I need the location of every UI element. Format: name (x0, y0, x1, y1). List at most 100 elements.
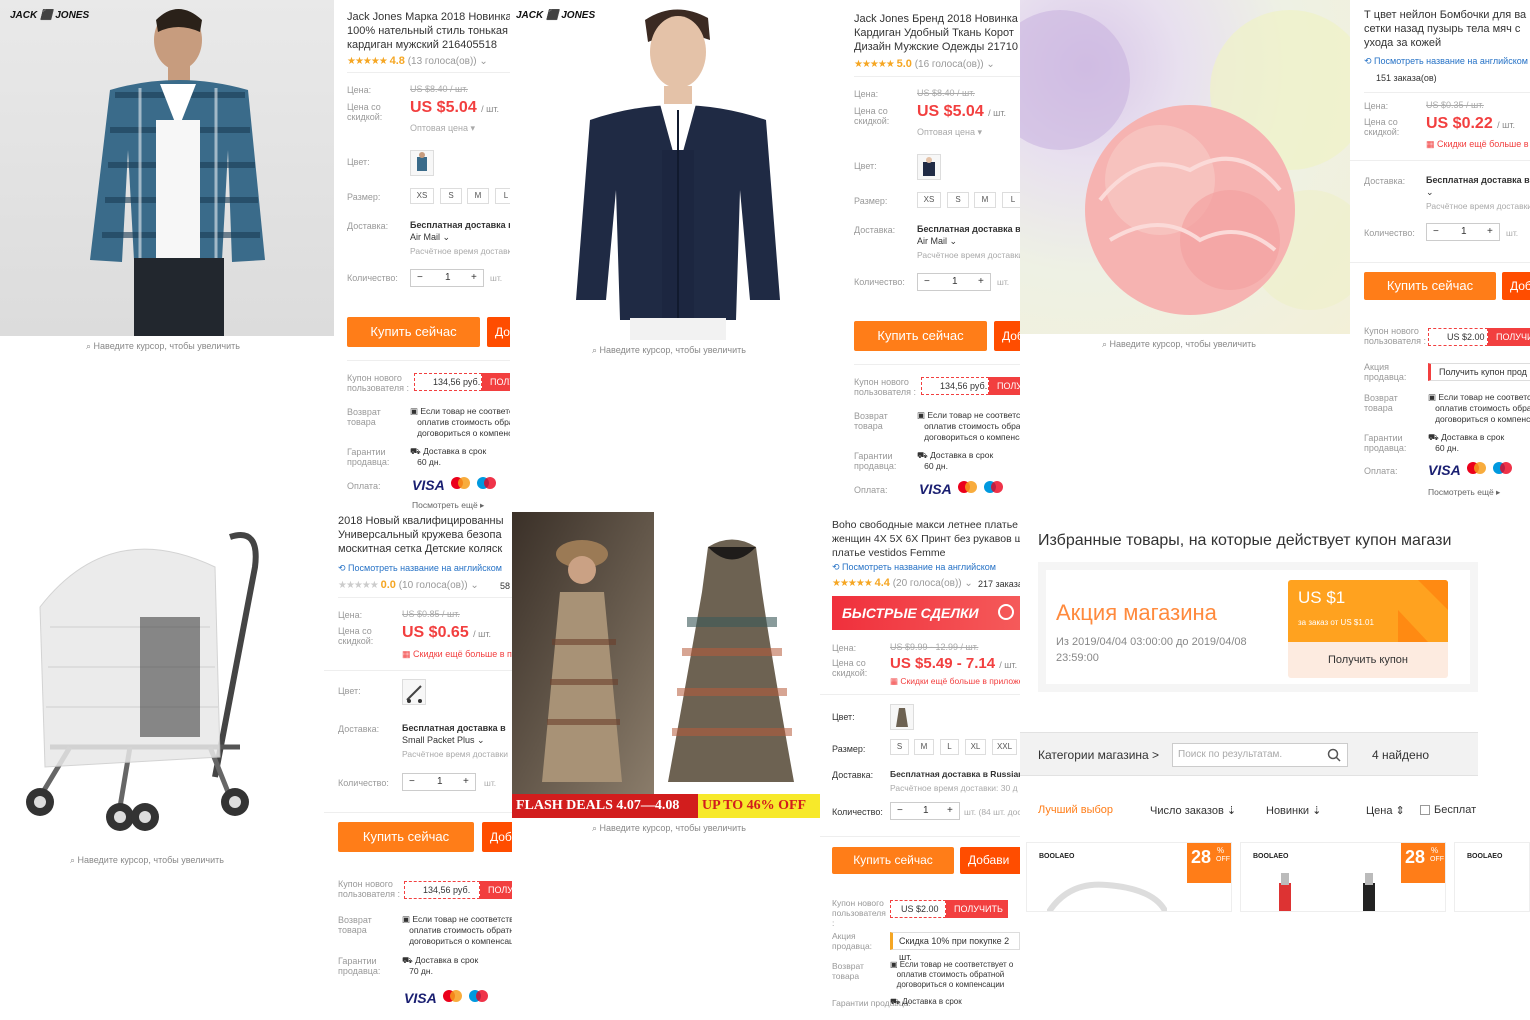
quantity-stepper[interactable]: −1 + (402, 773, 476, 791)
color-swatch[interactable] (410, 150, 434, 176)
quantity-stepper[interactable]: −1 + (890, 802, 960, 820)
translate-link[interactable]: ⟲ Посмотреть название на английском (1364, 56, 1528, 67)
carrier-select[interactable]: ⌄ (1426, 187, 1434, 198)
sale-price: US $5.04 / шт. (410, 99, 500, 116)
add-to-cart-button[interactable]: Добави (1502, 272, 1530, 300)
color-swatch[interactable] (890, 704, 914, 730)
wholesale-link[interactable]: Оптовая цена ▾ (410, 123, 475, 134)
size-option[interactable]: S (947, 192, 969, 208)
product-card[interactable]: BOOLAEO (1454, 842, 1530, 912)
color-swatch[interactable] (917, 154, 941, 180)
size-option[interactable]: L (940, 739, 959, 755)
translate-link[interactable]: ⟲ Посмотреть название на английском (338, 563, 502, 574)
seller-coupon-button[interactable]: Получить купон прод (1428, 363, 1530, 381)
store-coupon-card[interactable]: US $1 за заказ от US $1.01 Получить купо… (1288, 580, 1448, 678)
search-input[interactable]: Поиск по результатам. (1172, 743, 1348, 767)
app-discount-link[interactable]: ▦ Скидки ещё больше в приложении (402, 649, 512, 660)
price-label: Цена: (1364, 101, 1389, 111)
app-discount-link[interactable]: ▦ Скидки ещё больше в приложении (1426, 139, 1530, 150)
get-coupon-button[interactable]: ПОЛУЧИТЬ (480, 881, 512, 899)
quantity-stepper[interactable]: −1 + (917, 273, 991, 291)
quantity-stepper[interactable]: −1 + (410, 269, 484, 287)
coupon-amount: US $1 (1298, 588, 1346, 607)
product-title[interactable]: Jack Jones Марка 2018 Новинка 100% натель… (347, 10, 510, 52)
size-option[interactable]: L (1002, 192, 1020, 208)
translate-link[interactable]: ⟲ Посмотреть название на английском (832, 562, 996, 573)
see-more-link[interactable]: Посмотреть ещё ▸ (412, 500, 484, 511)
size-option[interactable]: S (440, 188, 462, 204)
guarantee-text: ⛟ Доставка в срок 60 дн. (1428, 432, 1505, 453)
buy-now-button[interactable]: Купить сейчас (347, 317, 480, 347)
size-option[interactable]: XS (410, 188, 434, 204)
coupon-label: Купон нового пользователя : (854, 377, 916, 397)
store-categories-link[interactable]: Категории магазина > (1038, 748, 1159, 762)
size-option[interactable]: S (890, 739, 909, 755)
seller-promo-value[interactable]: Скидка 10% при покупке 2 шт. (890, 932, 1020, 962)
get-coupon-button[interactable]: ПОЛУЧИТЬ (1488, 328, 1530, 346)
product-title[interactable]: Boho свободные макси летнее платье 6 женщ… (832, 518, 1020, 560)
app-discount-link[interactable]: ▦ Скидки ещё больше в приложении (890, 676, 1020, 687)
add-to-cart-button[interactable]: Добави (487, 317, 510, 347)
sort-best-match[interactable]: Лучший выбор (1038, 804, 1113, 816)
carrier-select[interactable]: Small Packet Plus ⌄ (402, 735, 485, 746)
buy-now-button[interactable]: Купить сейчас (854, 321, 987, 351)
product-image-4[interactable] (0, 512, 324, 850)
get-coupon-button[interactable]: ПОЛУЧИТЬ (946, 900, 1008, 918)
price-label: Цена: (338, 610, 363, 620)
size-option[interactable]: M (974, 192, 996, 208)
size-option[interactable]: M (467, 188, 489, 204)
model-jacket-figure (576, 9, 780, 340)
quantity-stepper[interactable]: −1 + (1426, 223, 1500, 241)
search-icon[interactable] (1327, 748, 1341, 762)
est-time: Расчётное время доставки: 30 д (890, 783, 1018, 793)
carrier-select[interactable]: Air Mail ⌄ (410, 232, 450, 243)
discount-label: Цена со скидкой: (347, 102, 383, 122)
free-shipping-checkbox[interactable] (1420, 805, 1430, 815)
add-to-cart-button[interactable]: Добави (482, 822, 512, 852)
buy-now-button[interactable]: Купить сейчас (832, 847, 954, 874)
wholesale-link[interactable]: Оптовая цена ▾ (917, 127, 982, 138)
old-price: US $8.40 / шт. (917, 88, 975, 98)
color-swatch[interactable] (402, 679, 426, 705)
get-coupon-button[interactable]: ПОЛУЧИТЬ (482, 373, 510, 391)
carrier-select[interactable]: Air Mail ⌄ (917, 236, 957, 247)
size-option[interactable]: XXL (992, 739, 1017, 755)
seller-promo-label: Акция продавца: (1364, 362, 1407, 382)
sort-newest[interactable]: Новинки ⇣ (1266, 804, 1321, 817)
size-option[interactable]: L (495, 188, 510, 204)
product-title[interactable]: Jack Jones Бренд 2018 Новинка М Кардиган … (854, 12, 1020, 54)
flash-deals-banner: FLASH DEALS 4.07—4.08 (512, 794, 698, 818)
quantity-label: Количество: (1364, 228, 1415, 238)
product-card[interactable]: BOOLAEO 28 % OFF (1240, 842, 1446, 912)
store-panel: Избранные товары, на которые действует к… (1020, 512, 1530, 1020)
color-label: Цвет: (338, 686, 361, 696)
add-to-cart-button[interactable]: Добави (994, 321, 1020, 351)
see-more-link[interactable]: Посмотреть ещё ▸ (1428, 487, 1500, 498)
product-title[interactable]: 2018 Новый квалифицированны Универсальный… (338, 514, 512, 556)
product-image-3[interactable] (1020, 0, 1350, 334)
product-card[interactable]: BOOLAEO 28 % OFF (1026, 842, 1232, 912)
maestro-icon (983, 481, 1004, 494)
sort-price[interactable]: Цена ⇕ (1366, 804, 1405, 817)
sort-orders[interactable]: Число заказов ⇣ (1150, 804, 1236, 817)
product-image-1[interactable]: JACK ⬛ JONES (0, 0, 334, 336)
old-price: US $9.99 - 12.99 / шт. (890, 642, 979, 652)
add-to-cart-button[interactable]: Добави (960, 847, 1020, 874)
size-option[interactable]: XS (917, 192, 941, 208)
visa-icon: VISA (404, 990, 437, 1006)
mastercard-icon (1466, 462, 1487, 475)
size-option[interactable]: M (914, 739, 934, 755)
buy-now-button[interactable]: Купить сейчас (338, 822, 474, 852)
product-title[interactable]: Т цвет нейлон Бомбочки для ва сетки назад… (1364, 8, 1530, 50)
get-coupon-button[interactable]: ПОЛУЧИТЬ (989, 377, 1020, 395)
guarantee-label: Гарантии продавца: (347, 447, 390, 467)
size-option[interactable]: XL (965, 739, 986, 755)
product-image-2[interactable]: JACK ⬛ JONES (510, 0, 840, 340)
payment-label: Оплата: (347, 481, 381, 491)
get-store-coupon-button[interactable]: Получить купон (1288, 642, 1448, 678)
seller-promo-label: Акция продавца: (832, 931, 873, 951)
buy-now-button[interactable]: Купить сейчас (1364, 272, 1496, 300)
coupon-value: US $2.00 (1428, 328, 1488, 346)
color-label: Цвет: (347, 157, 370, 167)
product-image-5[interactable]: FLASH DEALS 4.07—4.08 UP TO 46% OFF (512, 512, 820, 818)
